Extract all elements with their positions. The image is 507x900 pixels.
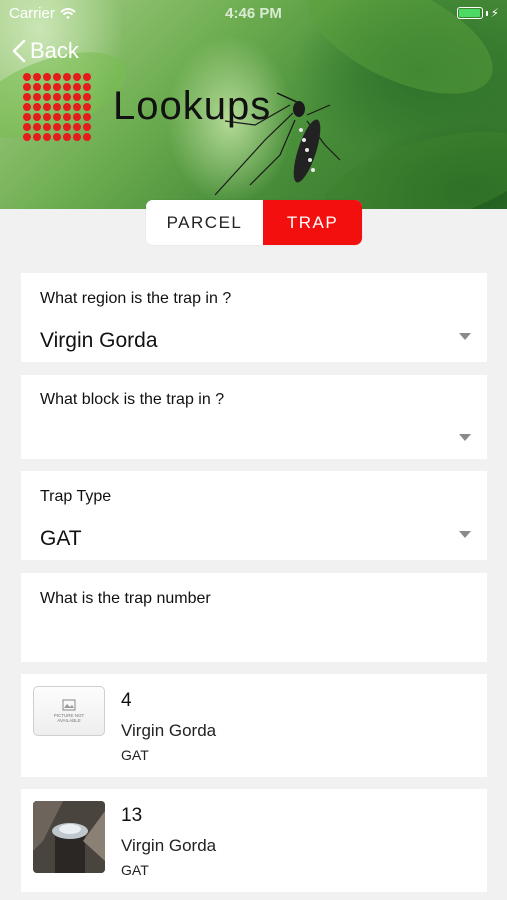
back-button[interactable]: Back [12,38,79,64]
logo-dot [63,103,71,111]
mosquito-illustration [214,92,341,196]
logo-dot [33,93,41,101]
trap-number: 13 [121,805,143,826]
header-banner: Carrier 4:46 PM ⚡ Back Lookups [0,0,507,209]
logo-dot [23,93,31,101]
segment-trap[interactable]: TRAP [263,200,362,245]
back-label: Back [30,38,79,63]
status-bar: Carrier 4:46 PM ⚡ [0,0,507,26]
logo-dot [73,133,81,141]
chevron-down-icon [459,434,471,441]
logo-dot [33,103,41,111]
logo-dot [43,123,51,131]
logo-dot [23,123,31,131]
logo-dot [83,83,91,91]
logo-dot [23,83,31,91]
trap-region: Virgin Gorda [121,836,217,855]
logo-dot [83,73,91,81]
logo-dot [33,73,41,81]
picture-not-available-thumbnail: PICTURE NOT AVAILABLE [33,686,105,736]
logo-dot [63,133,71,141]
logo-dot [83,93,91,101]
trap-result-item[interactable]: 13 Virgin Gorda GAT [21,789,487,892]
logo-dot [53,93,61,101]
logo-dot [73,103,81,111]
trap-region: Virgin Gorda [121,721,217,740]
block-label: What block is the trap in ? [40,391,225,408]
logo-dot [63,123,71,131]
logo-dot [63,113,71,121]
logo-dot [43,83,51,91]
logo-dot [43,73,51,81]
charging-bolt-icon: ⚡ [490,6,499,20]
logo-dot [63,73,71,81]
logo-dot [63,83,71,91]
trap-result-item[interactable]: PICTURE NOT AVAILABLE 4 Virgin Gorda GAT [21,674,487,777]
logo-dot [23,103,31,111]
trap-number-field[interactable]: What is the trap number [21,573,487,662]
logo-dot [73,123,81,131]
logo-dot [53,113,61,121]
trap-type-select[interactable]: Trap Type GAT [21,471,487,560]
logo-dot [73,73,81,81]
status-time: 4:46 PM [225,5,282,22]
region-label: What region is the trap in ? [40,290,232,307]
chevron-down-icon [459,531,471,538]
segment-parcel[interactable]: PARCEL [146,200,263,245]
chevron-down-icon [459,333,471,340]
logo-dot [53,123,61,131]
logo-dot [33,133,41,141]
logo-dot [73,93,81,101]
image-placeholder-icon [62,699,76,711]
logo-dot [83,133,91,141]
block-select[interactable]: What block is the trap in ? [21,375,487,459]
battery-icon [456,7,483,19]
thumbnail-caption: PICTURE NOT AVAILABLE [53,713,85,723]
logo-dot [43,103,51,111]
chevron-left-icon [12,39,26,63]
logo-dot [43,133,51,141]
logo-dot [23,73,31,81]
logo-dot [53,133,61,141]
logo-dot [33,113,41,121]
app-logo [23,73,95,145]
region-select[interactable]: What region is the trap in ? Virgin Gord… [21,273,487,362]
mode-segmented-control: PARCEL TRAP [146,200,362,245]
logo-dot [53,103,61,111]
trap-type: GAT [121,862,149,878]
trap-photo-image [33,801,105,873]
logo-dot [53,73,61,81]
battery-indicator: ⚡ [456,6,499,20]
logo-dot [33,123,41,131]
trap-type-value: GAT [40,527,82,550]
logo-dot [23,133,31,141]
region-value: Virgin Gorda [40,329,158,352]
trap-type: GAT [121,747,149,763]
trap-number: 4 [121,690,132,711]
logo-dot [83,123,91,131]
logo-dot [43,113,51,121]
logo-dot [43,93,51,101]
logo-dot [23,113,31,121]
trap-number-label: What is the trap number [40,590,211,607]
logo-dot [33,83,41,91]
logo-dot [83,113,91,121]
logo-dot [83,103,91,111]
trap-photo-thumbnail [33,801,105,873]
logo-dot [73,83,81,91]
logo-dot [63,93,71,101]
logo-dot [53,83,61,91]
trap-type-label: Trap Type [40,488,112,505]
logo-dot [73,113,81,121]
